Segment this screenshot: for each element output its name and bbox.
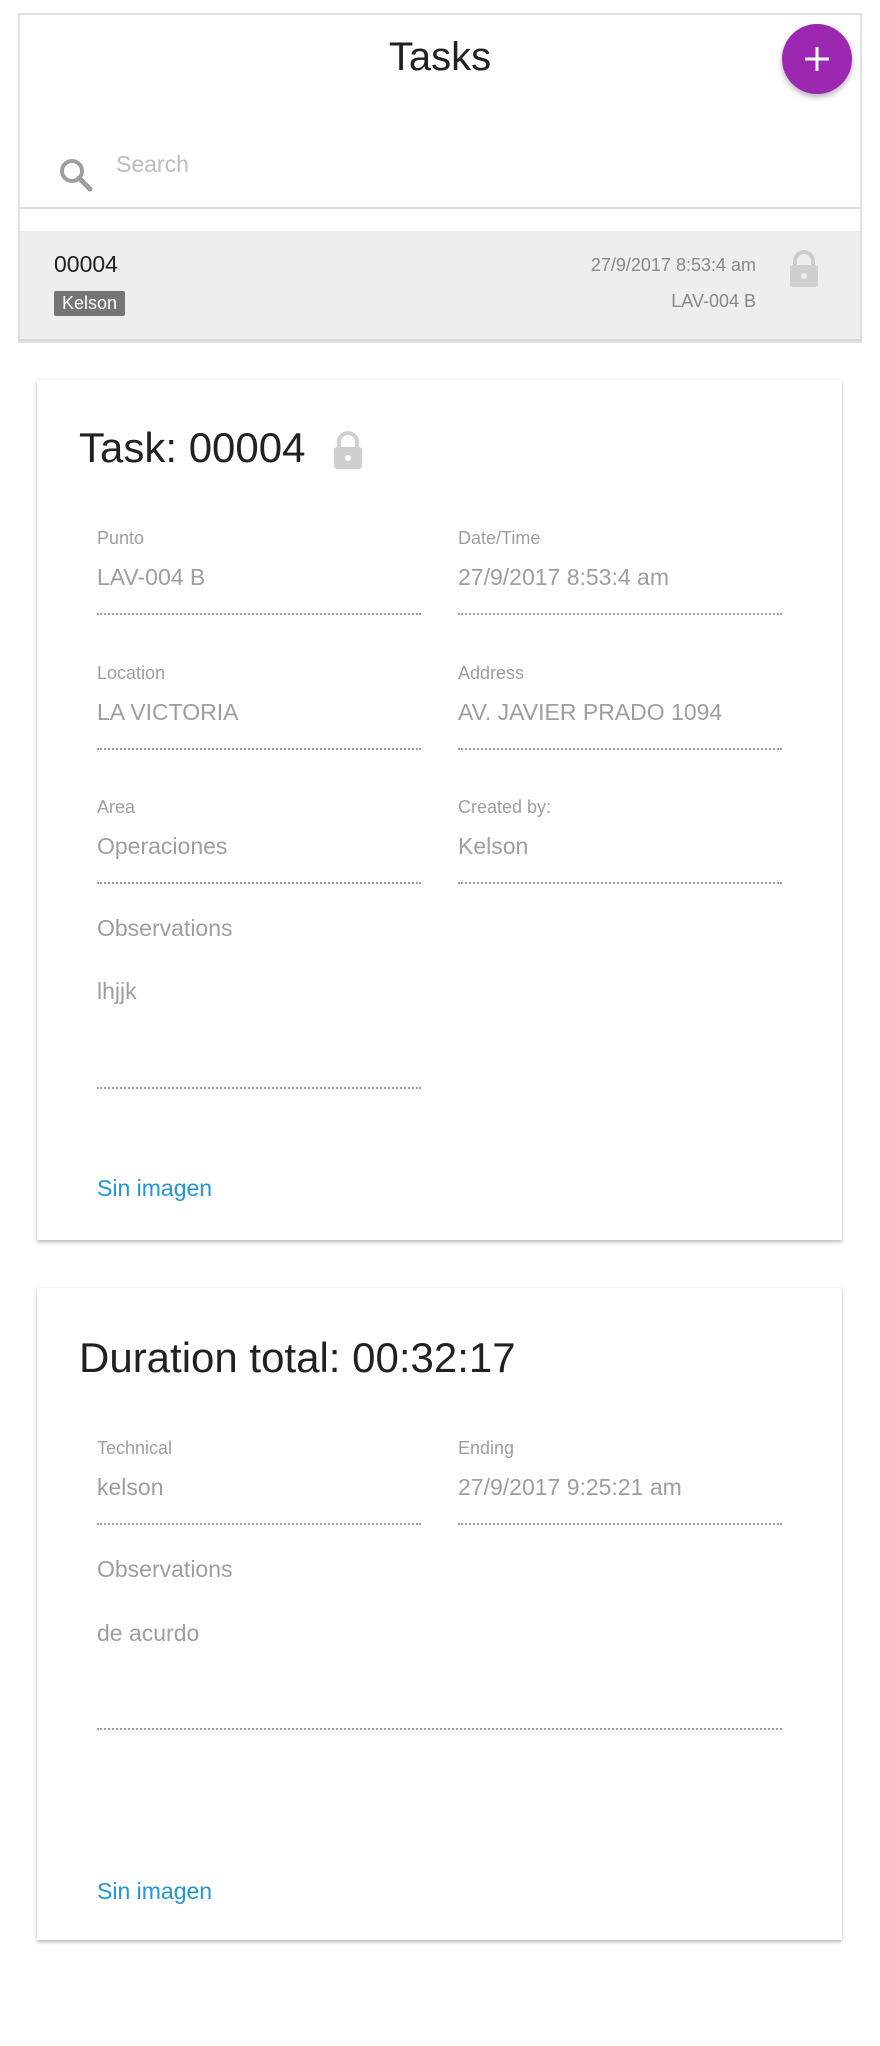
no-image-link[interactable]: Sin imagen xyxy=(97,1878,212,1905)
ending-field: Ending 27/9/2017 9:25:21 am xyxy=(458,1438,782,1538)
task-list-panel: Tasks 00004 Kelson 27/9/2017 8:53:4 am L… xyxy=(18,13,862,343)
field-underline xyxy=(97,613,421,615)
page-title: Tasks xyxy=(388,35,492,79)
technical-field: Technical kelson xyxy=(97,1438,421,1538)
task-point: LAV-004 B xyxy=(671,291,756,311)
no-image-link[interactable]: Sin imagen xyxy=(97,1175,212,1202)
lock-icon xyxy=(334,431,362,469)
task-detail-card: Task: 00004 Punto LAV-004 B Date/Time 27… xyxy=(37,380,842,1240)
field-underline xyxy=(97,1523,421,1525)
field-label: Created by: xyxy=(458,797,552,817)
user-tag: Kelson xyxy=(54,291,126,316)
address-field: Address AV. JAVIER PRADO 1094 xyxy=(458,663,782,763)
field-underline xyxy=(458,748,782,750)
field-underline xyxy=(97,882,421,884)
lock-icon xyxy=(790,250,818,287)
field-label: Punto xyxy=(97,528,145,548)
search-bar xyxy=(20,129,860,209)
field-value: 27/9/2017 9:25:21 am xyxy=(458,1474,682,1500)
observations-value: de acurdo xyxy=(97,1620,200,1646)
task-datetime: 27/9/2017 8:53:4 am xyxy=(590,255,756,275)
field-value: 27/9/2017 8:53:4 am xyxy=(458,564,669,590)
task-id: 00004 xyxy=(54,251,118,277)
search-input[interactable] xyxy=(116,139,816,189)
field-label: Location xyxy=(97,663,166,683)
observations-underline xyxy=(97,1728,782,1730)
field-label: Date/Time xyxy=(458,528,541,548)
observations-underline xyxy=(97,1087,421,1089)
observations-value: lhjjk xyxy=(97,978,137,1004)
field-value: kelson xyxy=(97,1474,164,1500)
field-value: AV. JAVIER PRADO 1094 xyxy=(458,699,723,725)
field-underline xyxy=(458,882,782,884)
search-icon xyxy=(60,159,93,192)
field-label: Area xyxy=(97,797,136,817)
field-label: Technical xyxy=(97,1438,173,1458)
area-field: Area Operaciones xyxy=(97,797,421,897)
punto-field: Punto LAV-004 B xyxy=(97,528,421,628)
add-task-button[interactable] xyxy=(782,24,852,94)
field-value: LA VICTORIA xyxy=(97,699,239,725)
field-underline xyxy=(458,613,782,615)
field-underline xyxy=(458,1523,782,1525)
plus-icon xyxy=(805,47,829,71)
duration-title: Duration total: 00:32:17 xyxy=(79,1334,516,1381)
created-by-field: Created by: Kelson xyxy=(458,797,782,897)
field-label: Ending xyxy=(458,1438,515,1458)
field-value: LAV-004 B xyxy=(97,564,206,590)
location-field: Location LA VICTORIA xyxy=(97,663,421,763)
task-detail-title: Task: 00004 xyxy=(79,424,306,471)
field-label: Address xyxy=(458,663,525,683)
field-value: Operaciones xyxy=(97,833,228,859)
duration-card: Duration total: 00:32:17 Technical kelso… xyxy=(37,1288,842,1940)
observations-label: Observations xyxy=(97,915,233,941)
task-list-item[interactable]: 00004 Kelson 27/9/2017 8:53:4 am LAV-004… xyxy=(20,231,860,341)
field-value: Kelson xyxy=(458,833,529,859)
observations-label: Observations xyxy=(97,1556,233,1582)
field-underline xyxy=(97,748,421,750)
datetime-field: Date/Time 27/9/2017 8:53:4 am xyxy=(458,528,782,628)
